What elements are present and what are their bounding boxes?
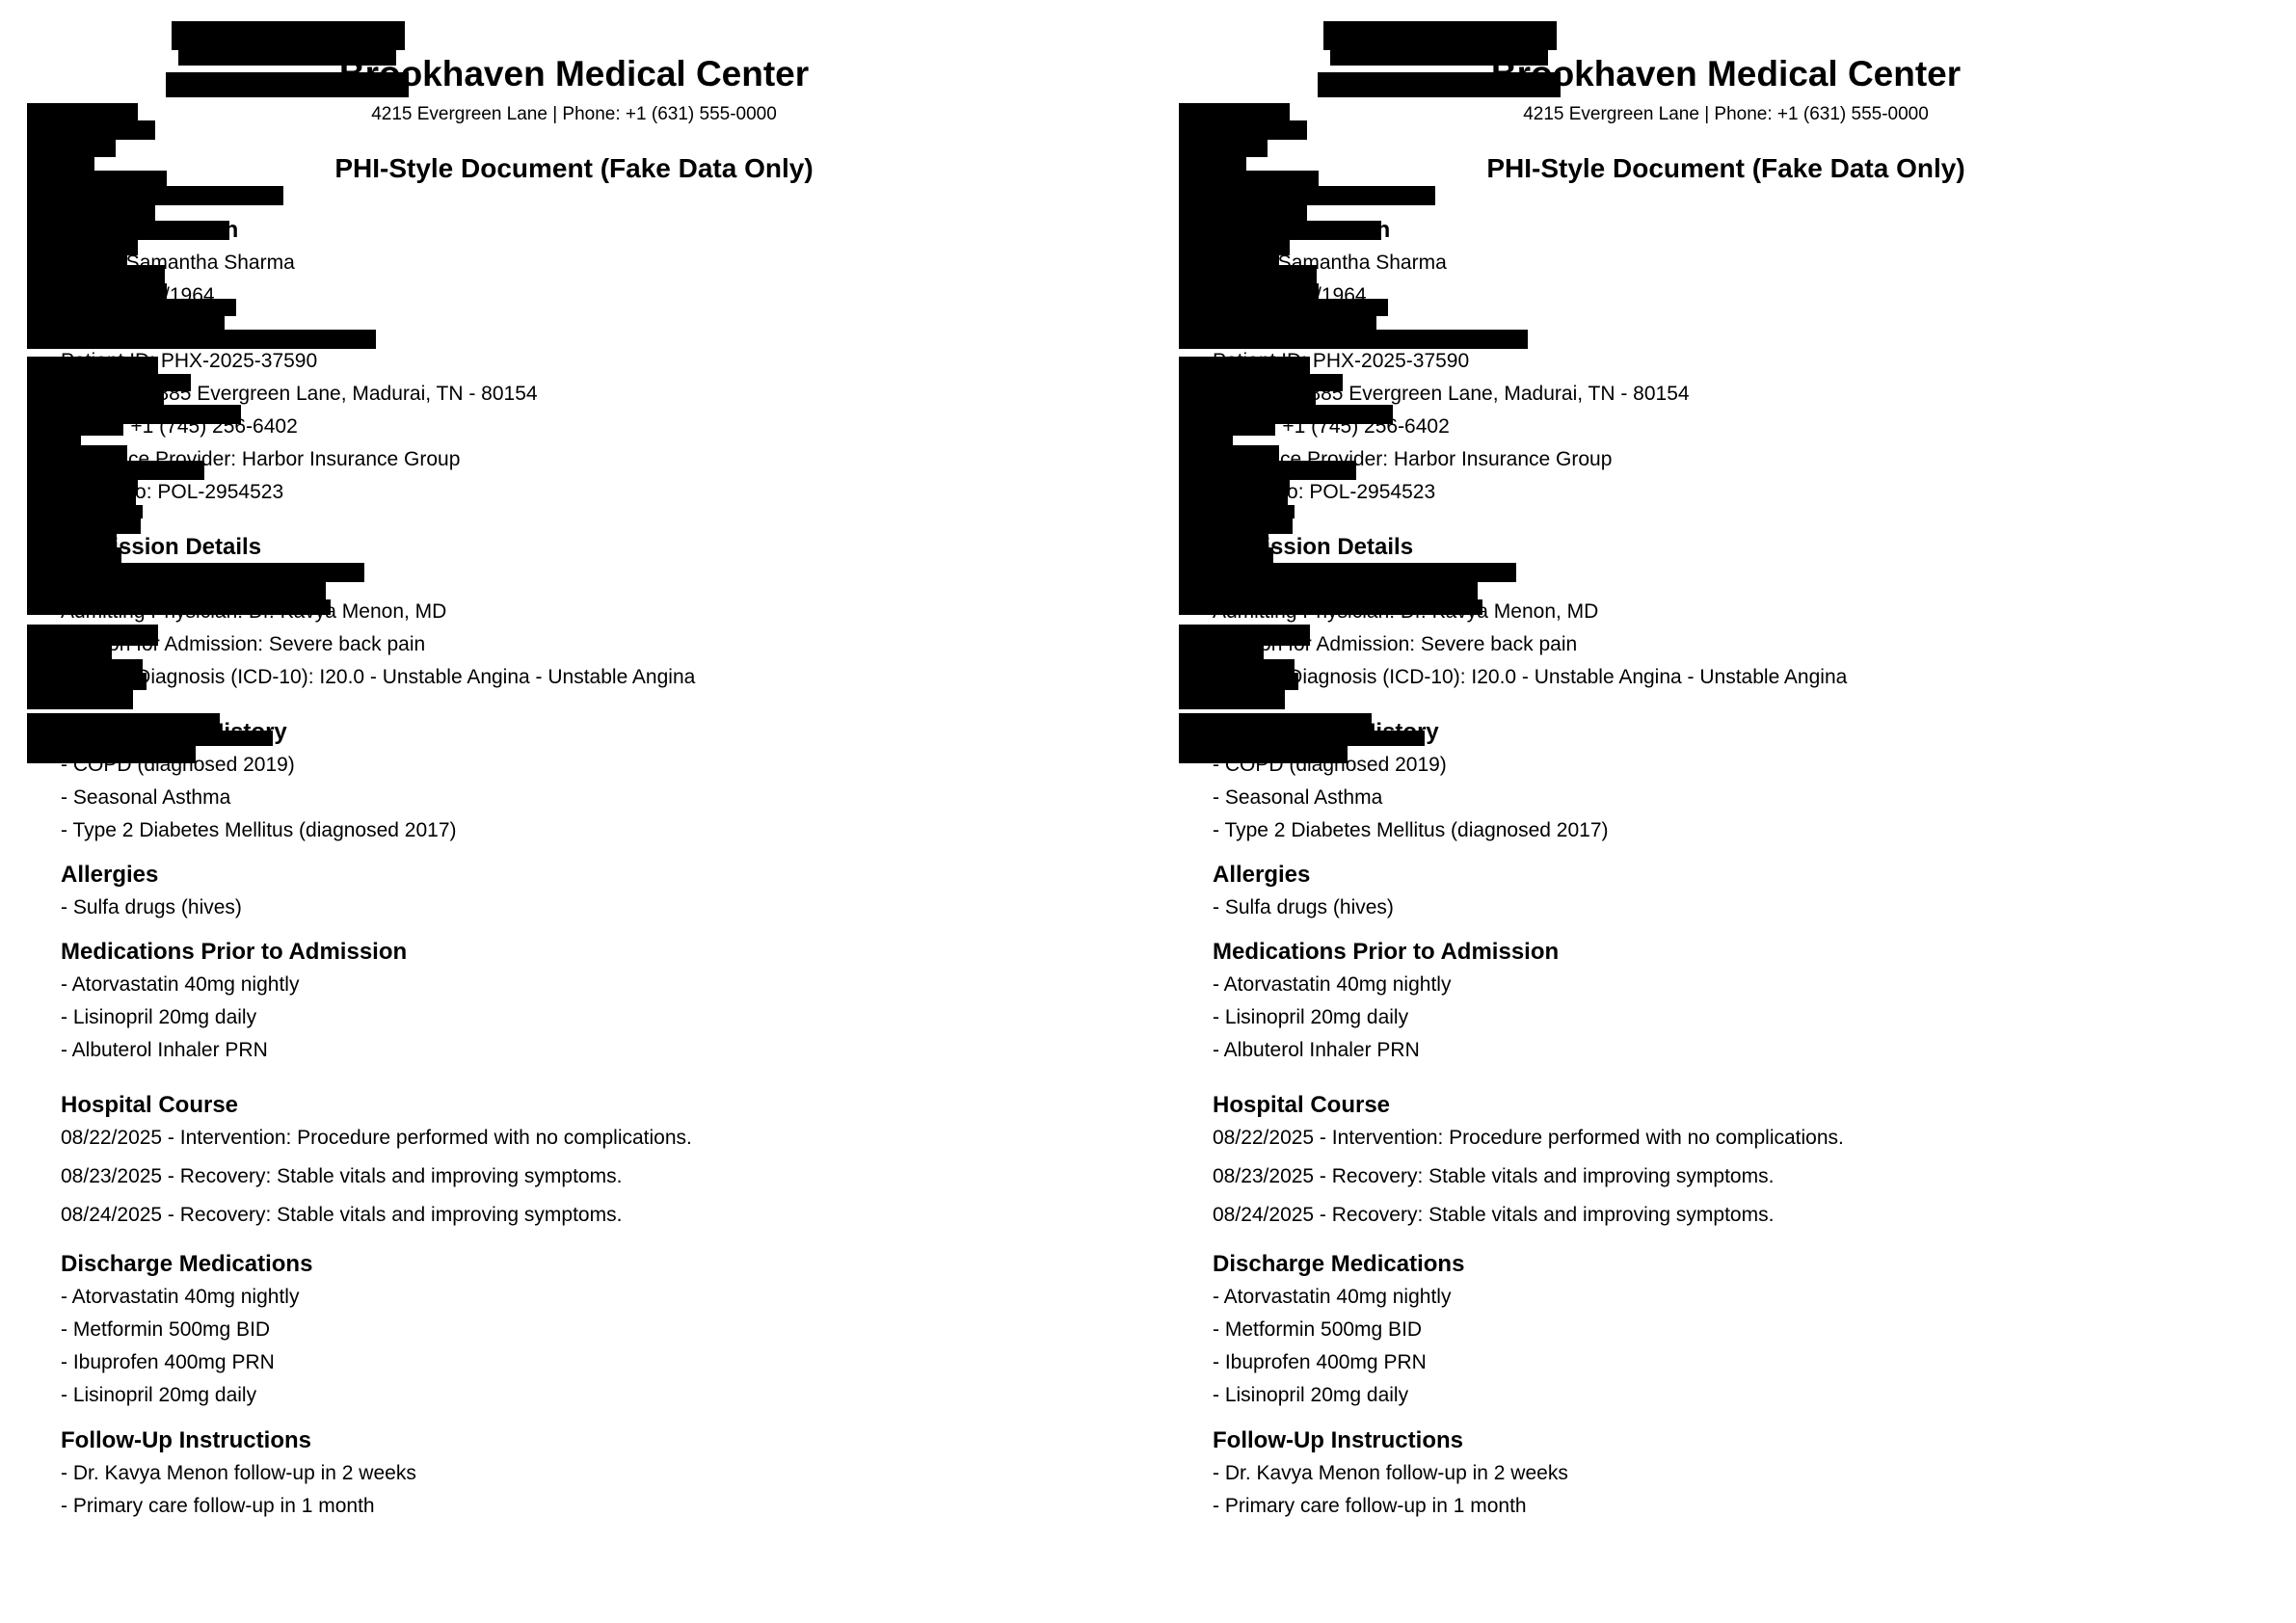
primary-diagnosis: Primary Diagnosis (ICD-10): I20.0 - Unst… — [61, 666, 696, 688]
prior-meds-heading: Medications Prior to Admission — [1213, 939, 1560, 965]
follow-up-heading: Follow-Up Instructions — [1213, 1427, 1463, 1453]
discharge-med-item: - Lisinopril 20mg daily — [61, 1384, 257, 1406]
prior-med-item: - Albuterol Inhaler PRN — [1213, 1039, 1420, 1061]
redaction-bar — [1179, 203, 1307, 223]
redaction-bar — [1179, 599, 1482, 615]
redaction-bar — [1179, 138, 1268, 157]
document-title: PHI-Style Document (Fake Data Only) — [1486, 153, 1965, 183]
redaction-bar — [1179, 120, 1307, 140]
document-page-left: Brookhaven Medical Center 4215 Evergreen… — [0, 0, 1148, 1623]
history-item: - Type 2 Diabetes Mellitus (diagnosed 20… — [1213, 819, 1609, 841]
redaction-bar — [27, 405, 241, 424]
allergies-heading: Allergies — [1213, 862, 1311, 888]
discharge-meds-heading: Discharge Medications — [1213, 1251, 1465, 1277]
hospital-contact: 4215 Evergreen Lane | Phone: +1 (631) 55… — [371, 104, 777, 124]
redaction-bar — [1179, 744, 1348, 763]
redaction-bar — [1179, 713, 1372, 732]
redaction-bar — [1330, 48, 1548, 66]
redaction-bar — [1179, 330, 1528, 349]
history-item: - Seasonal Asthma — [61, 786, 231, 809]
redaction-bar — [172, 21, 405, 50]
redaction-bar — [27, 625, 158, 646]
redaction-bar — [27, 357, 158, 376]
redaction-bar — [27, 563, 364, 582]
redaction-bar — [178, 48, 396, 66]
discharge-med-item: - Metformin 500mg BID — [61, 1318, 271, 1341]
redaction-bar — [1179, 389, 1316, 405]
redaction-bar — [1179, 405, 1393, 424]
redaction-bar — [1179, 563, 1516, 582]
redaction-bar — [27, 203, 155, 223]
redaction-bar — [27, 580, 326, 601]
redaction-bar — [1179, 221, 1381, 240]
redaction-bar — [27, 186, 283, 205]
course-item: 08/24/2025 - Recovery: Stable vitals and… — [61, 1204, 623, 1226]
course-item: 08/23/2025 - Recovery: Stable vitals and… — [1213, 1165, 1775, 1187]
redaction-bar — [27, 599, 331, 615]
redaction-bar — [1179, 357, 1310, 376]
allergies-heading: Allergies — [61, 862, 159, 888]
discharge-med-item: - Atorvastatin 40mg nightly — [61, 1286, 300, 1308]
redaction-bar — [27, 138, 116, 157]
follow-up-item: - Dr. Kavya Menon follow-up in 2 weeks — [1213, 1462, 1568, 1484]
discharge-med-item: - Ibuprofen 400mg PRN — [1213, 1351, 1427, 1373]
primary-diagnosis: Primary Diagnosis (ICD-10): I20.0 - Unst… — [1213, 666, 1848, 688]
redaction-bar — [27, 713, 220, 732]
redaction-bar — [1179, 580, 1478, 601]
follow-up-item: - Primary care follow-up in 1 month — [61, 1495, 375, 1517]
hospital-course-heading: Hospital Course — [61, 1092, 239, 1118]
discharge-med-item: - Ibuprofen 400mg PRN — [61, 1351, 275, 1373]
document-page-right: Brookhaven Medical Center 4215 Evergreen… — [1152, 0, 2296, 1623]
course-item: 08/23/2025 - Recovery: Stable vitals and… — [61, 1165, 623, 1187]
history-item: - Seasonal Asthma — [1213, 786, 1383, 809]
discharge-meds-heading: Discharge Medications — [61, 1251, 313, 1277]
course-item: 08/22/2025 - Intervention: Procedure per… — [1213, 1127, 1844, 1149]
discharge-med-item: - Lisinopril 20mg daily — [1213, 1384, 1409, 1406]
redaction-bar — [27, 330, 376, 349]
redaction-bar — [1179, 625, 1310, 646]
redaction-bar — [27, 389, 164, 405]
course-item: 08/22/2025 - Intervention: Procedure per… — [61, 1127, 692, 1149]
prior-med-item: - Lisinopril 20mg daily — [61, 1006, 257, 1028]
prior-med-item: - Atorvastatin 40mg nightly — [61, 973, 300, 996]
course-item: 08/24/2025 - Recovery: Stable vitals and… — [1213, 1204, 1775, 1226]
prior-med-item: - Atorvastatin 40mg nightly — [1213, 973, 1452, 996]
follow-up-item: - Primary care follow-up in 1 month — [1213, 1495, 1527, 1517]
redaction-bar — [1179, 186, 1435, 205]
redaction-bar — [27, 120, 155, 140]
hospital-contact: 4215 Evergreen Lane | Phone: +1 (631) 55… — [1523, 104, 1929, 124]
redaction-bar — [1179, 461, 1356, 480]
prior-med-item: - Albuterol Inhaler PRN — [61, 1039, 268, 1061]
redaction-bar — [1323, 21, 1557, 50]
allergy-item: - Sulfa drugs (hives) — [61, 896, 242, 918]
redaction-bar — [27, 744, 196, 763]
follow-up-item: - Dr. Kavya Menon follow-up in 2 weeks — [61, 1462, 416, 1484]
prior-med-item: - Lisinopril 20mg daily — [1213, 1006, 1409, 1028]
redaction-bar — [27, 688, 133, 709]
redaction-bar — [27, 461, 204, 480]
hospital-course-heading: Hospital Course — [1213, 1092, 1391, 1118]
follow-up-heading: Follow-Up Instructions — [61, 1427, 311, 1453]
discharge-med-item: - Atorvastatin 40mg nightly — [1213, 1286, 1452, 1308]
allergy-item: - Sulfa drugs (hives) — [1213, 896, 1394, 918]
redaction-bar — [1318, 72, 1561, 97]
discharge-med-item: - Metformin 500mg BID — [1213, 1318, 1423, 1341]
document-title: PHI-Style Document (Fake Data Only) — [334, 153, 814, 183]
redaction-bar — [27, 221, 229, 240]
redaction-bar — [166, 72, 409, 97]
history-item: - Type 2 Diabetes Mellitus (diagnosed 20… — [61, 819, 457, 841]
prior-meds-heading: Medications Prior to Admission — [61, 939, 408, 965]
redaction-bar — [1179, 688, 1285, 709]
